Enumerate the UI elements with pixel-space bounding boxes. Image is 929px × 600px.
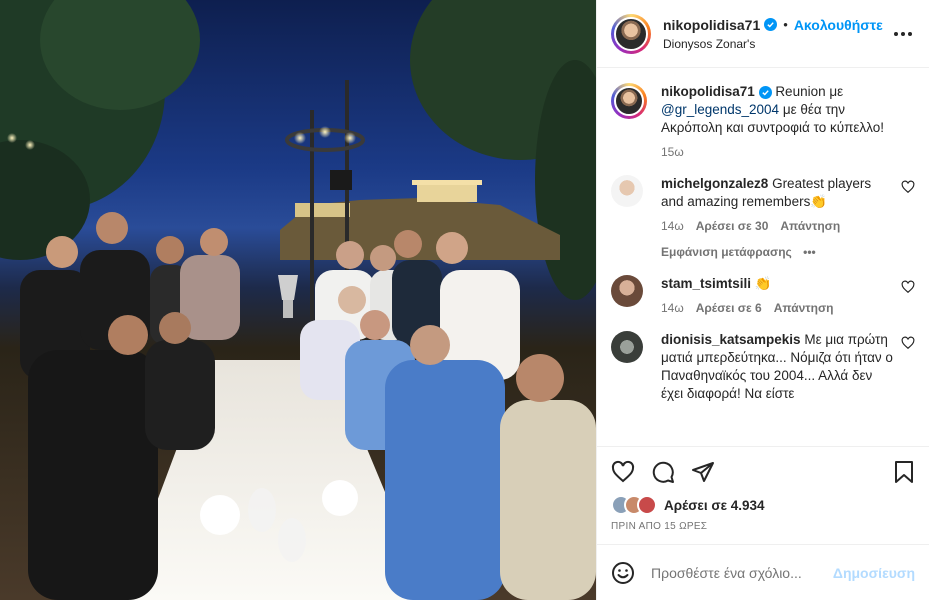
caption-mention[interactable]: @gr_legends_2004	[661, 102, 779, 117]
likes-row: Αρέσει σε 4.934	[611, 495, 915, 515]
commenter-avatar[interactable]	[611, 331, 643, 363]
share-icon[interactable]	[691, 460, 715, 484]
post-header: nikopolidisa71 • Ακολουθήστε Dionysos Zo…	[597, 0, 929, 68]
caption: nikopolidisa71 Reunion με @gr_legends_20…	[611, 83, 915, 161]
post-comment-button[interactable]: Δημοσίευση	[833, 565, 915, 581]
commenter-avatar[interactable]	[611, 275, 643, 307]
comment-likes[interactable]: Αρέσει σε 6	[696, 299, 762, 317]
comment-text: 👏	[754, 276, 772, 291]
comment-likes[interactable]: Αρέσει σε 30	[696, 217, 769, 235]
verified-badge-icon	[764, 18, 778, 31]
follow-button[interactable]: Ακολουθήστε	[794, 17, 883, 33]
comment-like-heart-icon[interactable]	[901, 336, 915, 350]
reply-button[interactable]: Απάντηση	[774, 299, 834, 317]
instagram-post: nikopolidisa71 • Ακολουθήστε Dionysos Zo…	[0, 0, 929, 600]
bookmark-icon[interactable]	[893, 460, 915, 484]
comment-like-heart-icon[interactable]	[901, 280, 915, 294]
likes-count[interactable]: Αρέσει σε 4.934	[664, 498, 765, 513]
comment-input[interactable]	[651, 564, 833, 581]
comment-item: stam_tsimtsili 👏 14ω Αρέσει σε 6 Απάντησ…	[611, 275, 915, 317]
separator-dot: •	[783, 17, 788, 32]
comment-composer: Δημοσίευση	[597, 544, 929, 600]
author-username[interactable]: nikopolidisa71	[663, 17, 760, 33]
caption-username[interactable]: nikopolidisa71	[661, 84, 755, 99]
more-options-icon[interactable]	[891, 22, 915, 46]
post-photo[interactable]	[0, 0, 596, 600]
commenter-avatar[interactable]	[611, 175, 643, 207]
comment-time[interactable]: 14ω	[661, 299, 684, 317]
reply-button[interactable]: Απάντηση	[780, 217, 840, 235]
caption-avatar[interactable]	[611, 83, 647, 119]
comment-more-icon[interactable]: •••	[803, 245, 816, 259]
comments-list[interactable]: nikopolidisa71 Reunion με @gr_legends_20…	[597, 69, 929, 445]
comment-item: michelgonzalez8 Greatest players and ama…	[611, 175, 915, 261]
comment-username[interactable]: michelgonzalez8	[661, 176, 768, 191]
post-side-panel: nikopolidisa71 • Ακολουθήστε Dionysos Zo…	[596, 0, 929, 600]
comment-like-heart-icon[interactable]	[901, 180, 915, 194]
heart-icon[interactable]	[611, 460, 635, 484]
caption-time[interactable]: 15ω	[661, 143, 684, 161]
liker-avatar[interactable]	[637, 495, 657, 515]
comment-icon[interactable]	[651, 460, 675, 484]
post-actions: Αρέσει σε 4.934 ΠΡΙΝ ΑΠΟ 15 ΩΡΕΣ	[597, 446, 929, 532]
caption-text-prefix: Reunion με	[775, 84, 844, 99]
verified-badge-icon	[758, 86, 772, 99]
author-avatar[interactable]	[611, 13, 651, 54]
comment-username[interactable]: stam_tsimtsili	[661, 276, 751, 291]
show-translation-link[interactable]: Εμφάνιση μετάφρασης	[661, 245, 792, 259]
group-photo-illustration	[0, 0, 596, 600]
comment-username[interactable]: dionisis_katsampekis	[661, 332, 801, 347]
emoji-icon[interactable]	[611, 561, 635, 585]
post-date[interactable]: ΠΡΙΝ ΑΠΟ 15 ΩΡΕΣ	[611, 521, 915, 532]
comment-time[interactable]: 14ω	[661, 217, 684, 235]
translation-row: Εμφάνιση μετάφρασης •••	[661, 243, 895, 261]
comment-item: dionisis_katsampekis Με μια πρώτη ματιά …	[611, 331, 915, 403]
location-link[interactable]: Dionysos Zonar's	[663, 37, 891, 51]
